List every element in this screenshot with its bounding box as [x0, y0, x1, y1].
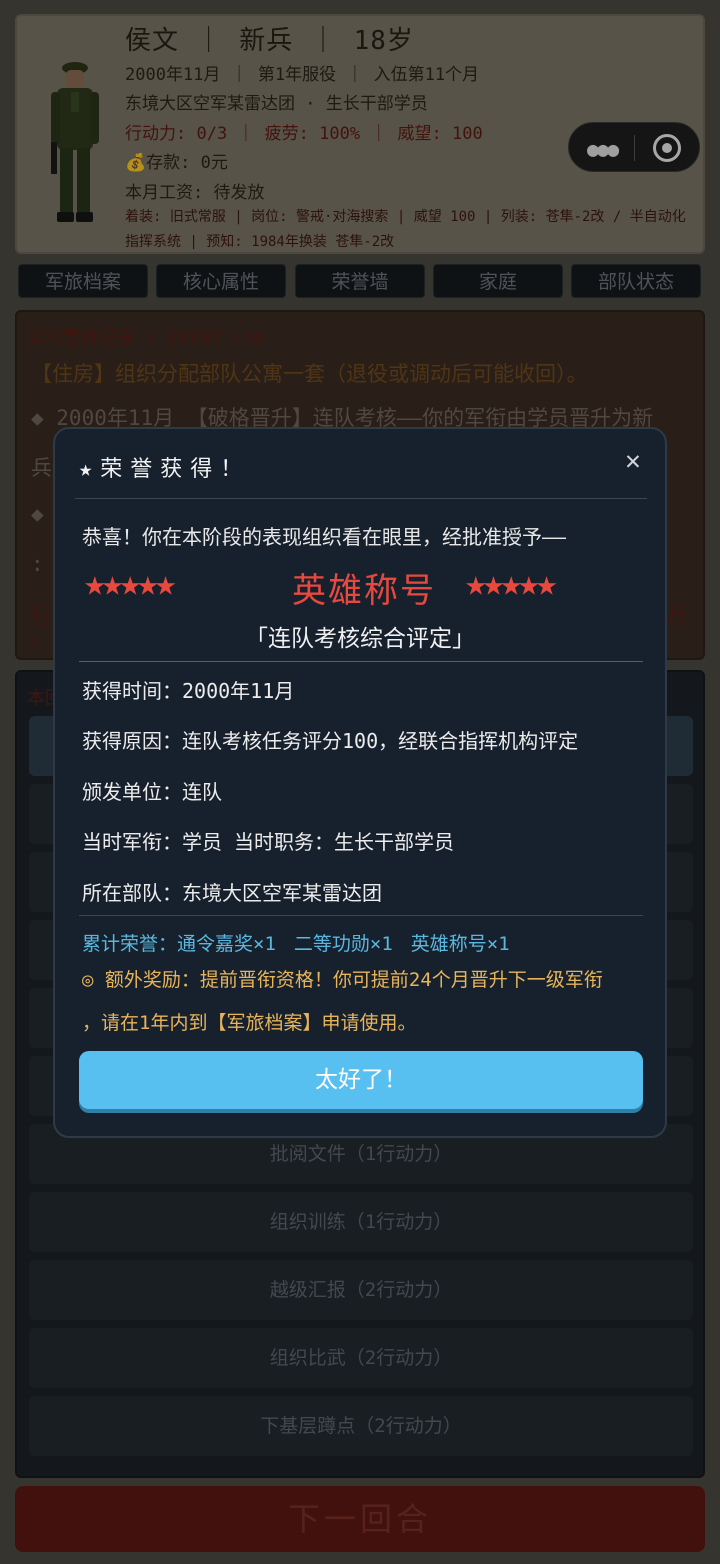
- award-reason: 获得原因：连队考核任务评分100，经联合指挥机构评定: [82, 729, 579, 753]
- modal-title: ★荣誉获得！: [79, 457, 251, 482]
- award-name: 英雄称号: [292, 571, 436, 611]
- award-time: 获得时间：2000年11月: [82, 679, 295, 703]
- star-icon: ★★★★★: [465, 563, 557, 604]
- close-icon[interactable]: ✕: [619, 447, 647, 475]
- award-unit: 所在部队：东境大区空军某雷达团: [82, 881, 382, 905]
- accum-item: 通令嘉奖×1: [177, 933, 276, 955]
- accumulated-honors: 累计荣誉：通令嘉奖×1 二等功勋×1 英雄称号×1: [82, 929, 528, 956]
- star-icon: ★★★★★: [84, 563, 176, 604]
- honor-modal: ★荣誉获得！ ✕ 恭喜！你在本阶段的表现组织看在眼里，经批准授予—— ★★★★★…: [53, 427, 667, 1138]
- accum-label: 累计荣誉：: [82, 933, 178, 955]
- accum-item: 英雄称号×1: [410, 933, 510, 955]
- divider: [75, 498, 647, 499]
- accum-item: 二等功勋×1: [293, 933, 393, 955]
- confirm-button[interactable]: 太好了！: [79, 1051, 643, 1109]
- award-rank: 当时军衔：学员 当时职务：生长干部学员: [82, 830, 455, 854]
- award-issuer: 颁发单位：连队: [82, 780, 222, 804]
- award-banner: ★★★★★ 英雄称号 ★★★★★: [82, 563, 642, 613]
- extra-reward-line2: ，请在1年内到【军旅档案】申请使用。: [82, 1012, 417, 1034]
- award-subtitle: 「连队考核综合评定」: [245, 626, 475, 652]
- divider: [79, 661, 643, 662]
- divider: [79, 915, 643, 916]
- extra-reward-line1: ◎ 额外奖励：提前晋衔资格！你可提前24个月晋升下一级军衔: [82, 969, 603, 991]
- congrats-text: 恭喜！你在本阶段的表现组织看在眼里，经批准授予——: [82, 525, 567, 549]
